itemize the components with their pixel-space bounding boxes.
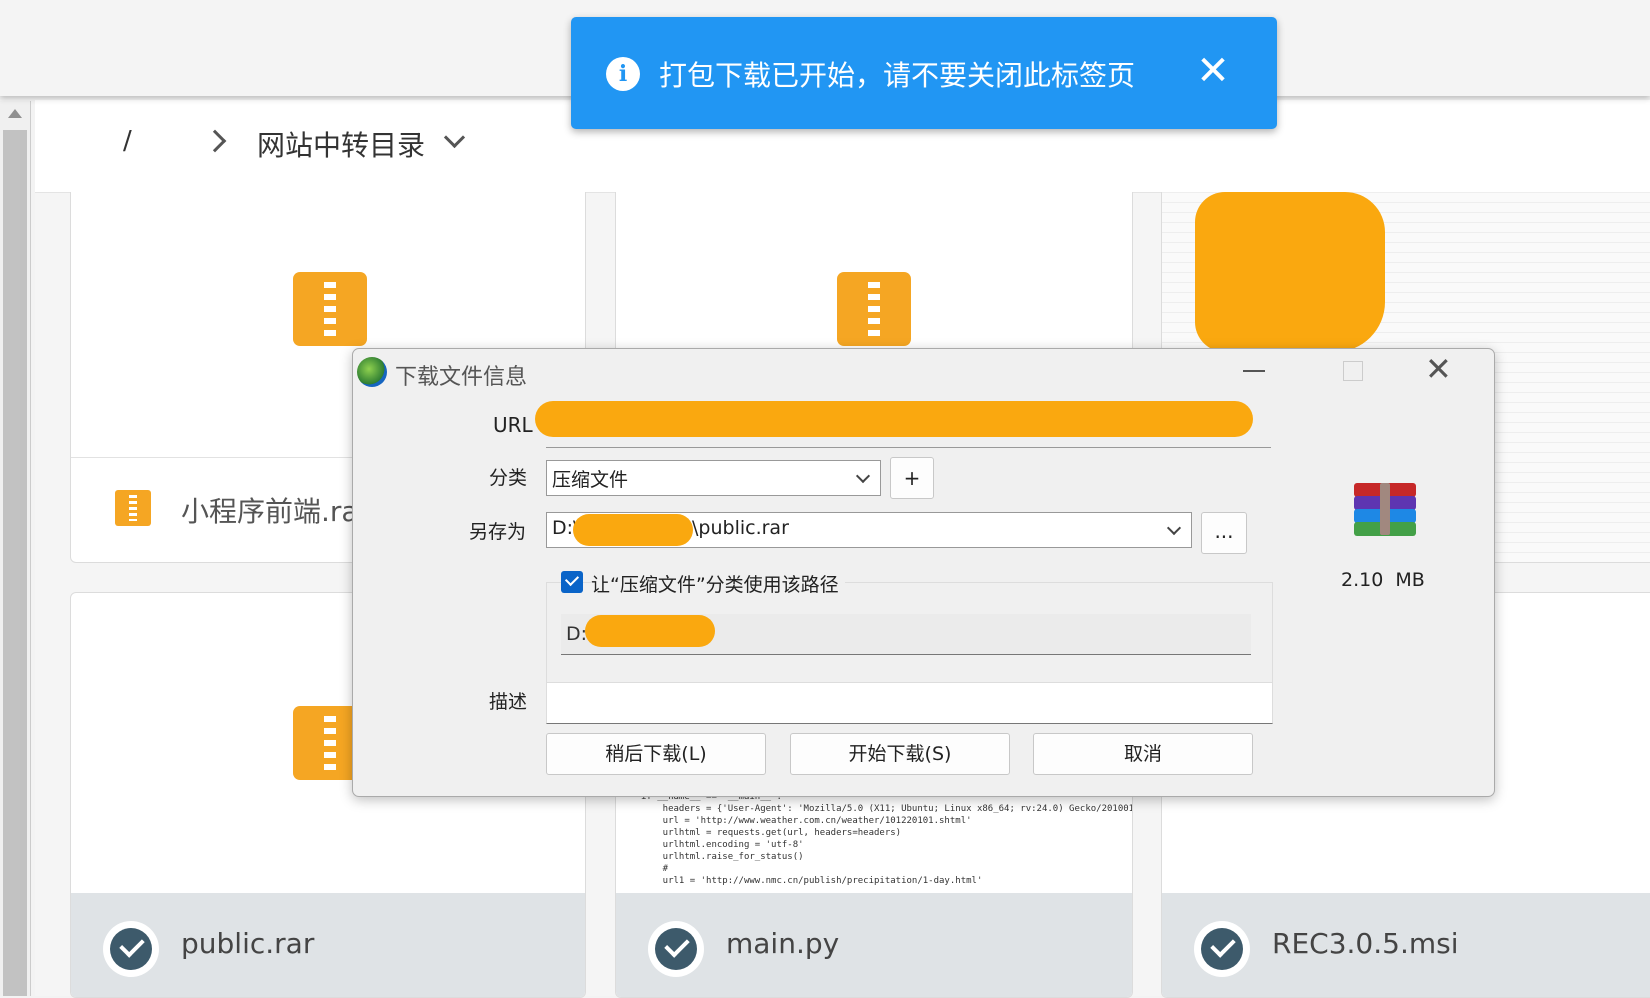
chevron-down-icon: [855, 468, 871, 484]
category-label: 分类: [489, 467, 528, 489]
file-name: main.py: [726, 927, 840, 960]
code-preview: if __name__ == "__main__": headers = {'U…: [641, 792, 1132, 886]
browse-button[interactable]: ...: [1201, 512, 1247, 554]
breadcrumb-current[interactable]: 网站中转目录: [257, 124, 425, 164]
cancel-button[interactable]: 取消: [1033, 733, 1253, 775]
file-size: 2.10 MB: [1341, 569, 1425, 591]
archive-file-icon: [837, 272, 911, 346]
maximize-icon: [1343, 361, 1363, 381]
description-input[interactable]: [546, 682, 1273, 724]
download-info-dialog: 下载文件信息 ✕ URL 分类 压缩文件 + 另存为 D:\ \public.r…: [352, 348, 1495, 797]
toast-message: 打包下载已开始，请不要关闭此标签页: [659, 59, 1136, 92]
close-icon[interactable]: ✕: [1193, 51, 1233, 91]
info-icon: i: [606, 57, 640, 91]
download-later-button[interactable]: 稍后下载(L): [546, 733, 766, 775]
archive-small-icon: [115, 490, 151, 526]
check-circle-icon[interactable]: [103, 921, 159, 977]
chevron-down-icon[interactable]: [443, 126, 466, 149]
breadcrumb-root[interactable]: /: [123, 126, 132, 156]
use-path-checkbox[interactable]: [561, 571, 583, 593]
winrar-archive-icon: [1354, 483, 1416, 536]
file-name: public.rar: [181, 927, 315, 960]
check-circle-icon[interactable]: [1194, 921, 1250, 977]
category-select[interactable]: 压缩文件: [546, 460, 881, 496]
check-circle-icon[interactable]: [648, 921, 704, 977]
dialog-title: 下载文件信息: [395, 365, 528, 390]
redaction-mark: [535, 401, 1253, 437]
card-footer: REC3.0.5.msi: [1162, 893, 1650, 997]
chevron-right-icon: [203, 129, 227, 153]
close-icon[interactable]: ✕: [1425, 351, 1452, 387]
url-field[interactable]: [546, 447, 1271, 448]
redaction-mark: [573, 514, 693, 546]
add-category-button[interactable]: +: [890, 457, 934, 499]
download-toast: i 打包下载已开始，请不要关闭此标签页 ✕: [571, 17, 1277, 129]
saveas-label: 另存为: [469, 521, 527, 543]
idm-logo-icon: [357, 357, 387, 387]
archive-file-icon: [293, 272, 367, 346]
chevron-down-icon: [1166, 520, 1182, 536]
description-label: 描述: [489, 691, 528, 713]
redaction-mark: [1195, 192, 1385, 352]
card-footer: public.rar: [71, 893, 585, 997]
redaction-mark: [585, 615, 715, 647]
card-footer: main.py: [616, 893, 1132, 997]
scroll-thumb[interactable]: [3, 130, 27, 996]
start-download-button[interactable]: 开始下载(S): [790, 733, 1010, 775]
file-name: 小程序前端.ra: [181, 495, 359, 528]
minimize-icon[interactable]: [1243, 370, 1265, 372]
file-name: REC3.0.5.msi: [1272, 927, 1459, 960]
scroll-up-arrow-icon[interactable]: [8, 109, 22, 118]
use-path-label[interactable]: 让“压缩文件”分类使用该路径: [591, 570, 845, 597]
url-label: URL: [493, 413, 533, 437]
vertical-scrollbar[interactable]: [0, 101, 31, 996]
